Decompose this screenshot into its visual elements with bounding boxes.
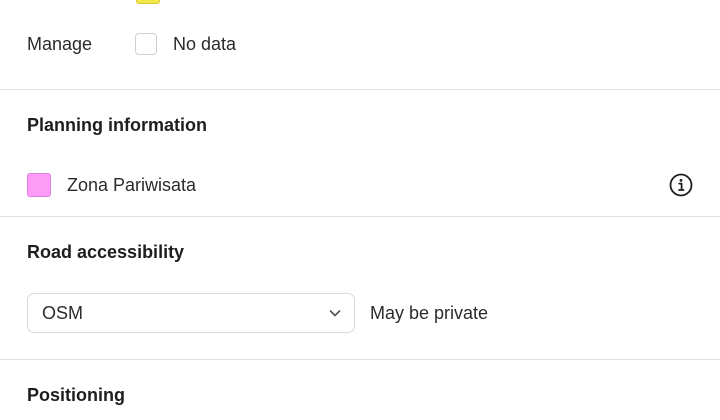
chevron-down-icon — [329, 310, 341, 317]
road-source-value: OSM — [42, 302, 84, 323]
road-access-row: OSM May be private — [27, 293, 488, 333]
zone-color-swatch — [27, 173, 51, 197]
positioning-section-title: Positioning — [27, 385, 125, 405]
road-source-select[interactable]: OSM — [27, 293, 355, 333]
zone-label: Zona Pariwisata — [67, 174, 197, 195]
section-divider — [0, 216, 720, 217]
manage-row: Manage No data — [27, 30, 236, 58]
legend-swatch-yellow — [136, 0, 160, 4]
section-divider — [0, 89, 720, 90]
planning-zone-row: Zona Pariwisata — [27, 171, 693, 199]
info-circle-icon[interactable] — [669, 173, 693, 197]
property-details-panel: Manage No data Planning information Zona… — [0, 0, 720, 420]
planning-section-title: Planning information — [27, 115, 207, 135]
no-data-label[interactable]: No data — [173, 34, 236, 55]
road-access-status: May be private — [370, 302, 489, 323]
road-section-title: Road accessibility — [27, 242, 185, 262]
no-data-checkbox[interactable] — [135, 33, 157, 55]
section-divider — [0, 359, 720, 360]
manage-label: Manage — [27, 33, 93, 54]
